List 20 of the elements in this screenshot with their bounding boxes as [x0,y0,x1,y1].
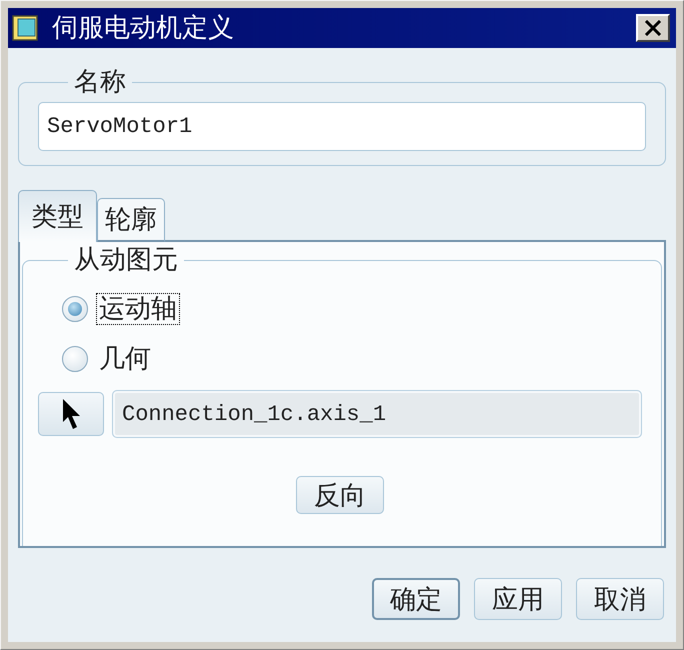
flip-button[interactable]: 反向 [296,476,384,514]
window-icon [12,15,38,41]
close-icon [644,20,662,36]
name-field[interactable]: ServoMotor1 [38,102,646,151]
close-button[interactable] [636,14,670,42]
dialog-button[interactable]: 确定 [372,578,460,620]
selection-field[interactable]: Connection_1c.axis_1 [112,390,642,438]
radio-label[interactable]: 几何 [96,343,154,375]
dialog-button[interactable]: 应用 [474,578,562,620]
window-title: 伺服电动机定义 [52,13,234,43]
radio-button[interactable] [62,296,88,322]
tab[interactable]: 类型 [18,190,97,242]
group-label: 从动图元 [73,246,179,274]
radio-label[interactable]: 运动轴 [96,293,180,325]
group-label: 名称 [73,68,127,96]
select-button[interactable] [38,392,104,436]
dialog-button[interactable]: 取消 [576,578,664,620]
pointer-icon [62,398,80,430]
tab[interactable]: 轮廓 [97,198,165,242]
radio-button[interactable] [62,346,88,372]
